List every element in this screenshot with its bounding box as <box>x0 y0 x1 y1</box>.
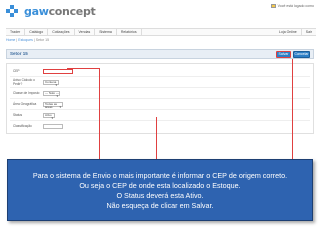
callout-line: Não esqueça de clicar em Salvar. <box>106 200 214 210</box>
form-row-aviso: Aviso Cálculo o Pedir? Contena <box>13 78 59 86</box>
page-header: Setor 15 Salvar Cancelar <box>6 49 314 59</box>
menu-item-loja-online[interactable]: Loja Online <box>275 28 302 36</box>
page-title: Setor 15 <box>10 51 28 56</box>
divider <box>10 98 310 99</box>
status-select[interactable]: Ativo <box>43 112 55 118</box>
callout-line: O Status deverá esta Ativo. <box>116 190 204 200</box>
annotation-connector <box>292 59 293 159</box>
breadcrumb-estoques[interactable]: Estoques <box>18 38 33 42</box>
divider <box>10 120 310 121</box>
annotation-connector <box>156 117 157 159</box>
classificacao-input[interactable] <box>43 123 63 129</box>
logo-text: gawconcept <box>24 4 96 18</box>
form-row-cep: CEP <box>13 68 73 74</box>
cancel-button[interactable]: Cancelar <box>293 51 310 58</box>
logo-icon <box>6 5 22 17</box>
divider <box>10 109 310 110</box>
breadcrumb-current: Setor 15 <box>35 38 50 42</box>
form-row-status: Status Ativo <box>13 112 55 118</box>
form-row-classe-imposto: Classe de Imposto --- Nulo --- <box>13 90 60 96</box>
menu-item-cotizacoes[interactable]: Cotizações <box>48 28 75 36</box>
setor-form: CEP Aviso Cálculo o Pedir? Contena Class… <box>6 63 314 134</box>
menu-item-sair[interactable]: Sair <box>302 29 316 36</box>
callout-line: Para o sistema de Envio o mais important… <box>32 170 288 180</box>
callout-line: Ou seja o CEP de onde esta localizado o … <box>79 180 241 190</box>
form-row-area: Área Geográfica Todas as áreas <box>13 101 63 108</box>
divider <box>10 76 310 77</box>
field-label: Área Geográfica <box>13 102 37 106</box>
menu-item-catalogo[interactable]: Catálogo <box>25 28 49 36</box>
breadcrumb-separator: | <box>16 38 18 42</box>
save-button[interactable]: Salvar <box>276 51 291 58</box>
field-label: Status <box>13 113 23 117</box>
field-label: Classe de Imposto <box>13 91 40 95</box>
divider <box>10 87 310 88</box>
classe-imposto-select[interactable]: --- Nulo --- <box>43 90 60 96</box>
area-geografica-select[interactable]: Todas as áreas <box>43 101 63 108</box>
field-label: CEP <box>13 69 20 73</box>
menu-item-trader[interactable]: Trader <box>6 28 26 36</box>
instruction-callout: Para o sistema de Envio o mais important… <box>7 159 313 221</box>
menu-item-vendas[interactable]: Vendas <box>75 28 96 36</box>
form-row-classificacao: Classificação <box>13 123 63 129</box>
menu-item-relatorios[interactable]: Relatórios <box>117 28 142 36</box>
menu-item-sistema[interactable]: Sistema <box>95 28 117 36</box>
breadcrumb-separator: | <box>33 38 35 42</box>
cep-input[interactable] <box>43 68 73 74</box>
user-status[interactable]: Você está logado como <box>270 4 314 8</box>
logo: gawconcept <box>6 4 96 18</box>
breadcrumb: Home | Estoques | Setor 15 <box>6 38 49 42</box>
annotation-connector <box>67 68 99 69</box>
field-label: Aviso Cálculo o Pedir? <box>13 78 35 86</box>
field-label: Classificação <box>13 124 32 128</box>
breadcrumb-home[interactable]: Home <box>6 38 15 42</box>
top-menu: Trader Catálogo Cotizações Vendas Sistem… <box>6 28 316 36</box>
user-status-text: Você está logado como <box>277 4 314 8</box>
aviso-select[interactable]: Contena <box>43 79 59 85</box>
user-icon <box>270 4 276 8</box>
annotation-connector <box>99 68 100 159</box>
